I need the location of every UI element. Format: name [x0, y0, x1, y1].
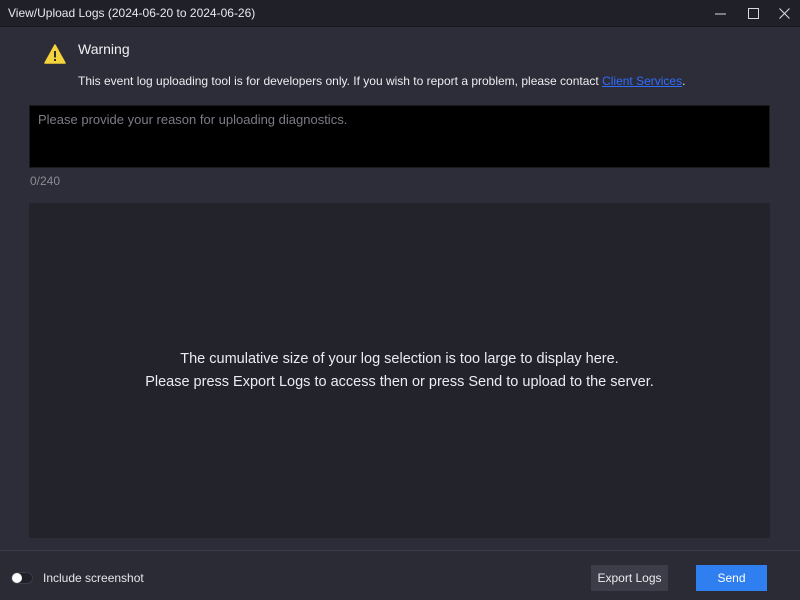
- title-bar[interactable]: View/Upload Logs (2024-06-20 to 2024-06-…: [0, 0, 800, 27]
- log-preview-panel: The cumulative size of your log selectio…: [29, 203, 770, 538]
- upload-logs-window: View/Upload Logs (2024-06-20 to 2024-06-…: [0, 0, 800, 600]
- include-screenshot-toggle[interactable]: [11, 572, 33, 584]
- warning-title: Warning: [78, 41, 130, 57]
- maximize-button[interactable]: [737, 0, 769, 27]
- reason-input[interactable]: [29, 105, 770, 168]
- footer-bar: Include screenshot Export Logs Send: [0, 550, 800, 600]
- minimize-icon: [715, 13, 726, 15]
- warning-text-end: .: [682, 74, 686, 88]
- client-services-link[interactable]: Client Services: [602, 74, 682, 88]
- character-counter: 0/240: [30, 174, 61, 188]
- log-message-line-2: Please press Export Logs to access then …: [145, 374, 654, 390]
- toggle-knob: [12, 573, 22, 583]
- send-button[interactable]: Send: [696, 565, 767, 591]
- maximize-icon: [748, 8, 759, 19]
- minimize-button[interactable]: [704, 0, 736, 27]
- warning-message: This event log uploading tool is for dev…: [78, 74, 685, 88]
- warning-text: This event log uploading tool is for dev…: [78, 74, 603, 88]
- export-logs-button[interactable]: Export Logs: [591, 565, 668, 591]
- warning-triangle-icon: [44, 44, 66, 64]
- log-message-line-1: The cumulative size of your log selectio…: [180, 351, 619, 367]
- log-size-message: The cumulative size of your log selectio…: [29, 348, 770, 394]
- close-icon: [779, 8, 790, 19]
- close-button[interactable]: [768, 0, 800, 27]
- window-title: View/Upload Logs (2024-06-20 to 2024-06-…: [8, 6, 256, 20]
- include-screenshot-label: Include screenshot: [43, 571, 144, 585]
